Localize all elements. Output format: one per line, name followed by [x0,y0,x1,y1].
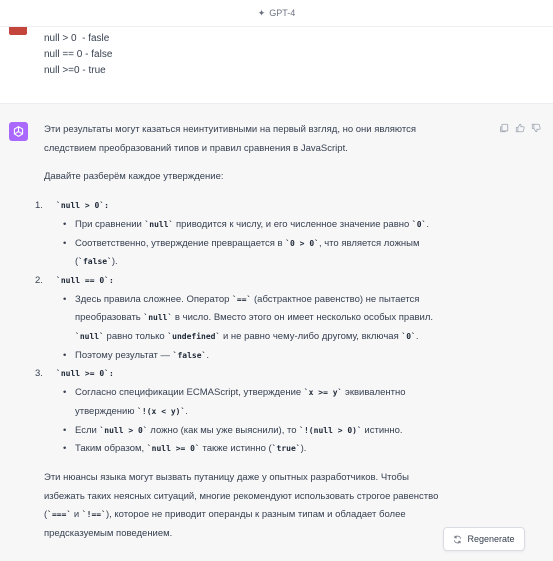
text: Поэтому результат — [75,349,173,361]
text: ложно (как мы уже выяснили), то [147,424,300,436]
inline-code: `null >= 0` [146,444,200,454]
user-line: null > 0 - fasle [44,33,110,44]
sub-list: Здесь правила сложнее. Оператор `==` (аб… [44,291,444,366]
bullet-item: Согласно спецификации ECMAScript, утверж… [56,384,444,403]
bullet-item: Здесь правила сложнее. Оператор `==` (аб… [56,291,444,310]
intro-line: Эти результаты могут казаться неинтуитив… [44,124,416,135]
outro-line: избежать таких неясных ситуаций, многие … [44,490,439,502]
bullet-continuation: утверждению `!(x < y)`. [56,403,444,422]
assistant-message-content: Эти результаты могут казаться неинтуитив… [35,121,444,544]
text: Соответственно, утверждение превращается… [75,237,286,249]
text: также истинно ( [199,443,272,455]
inline-code: `null >= 0`: [56,369,114,379]
text: в число. Вместо этого он имеет несколько… [172,312,434,324]
text: . [415,331,419,343]
user-line: null == 0 - false [44,49,113,60]
text: и не равно чему-либо другому, включая [220,331,402,343]
text: . [426,218,430,230]
inline-code: `0 > 0` [285,238,319,248]
assistant-message: Эти результаты могут казаться неинтуитив… [0,103,553,561]
outro-line: предсказуемым поведением. [44,528,173,540]
text: Если [75,424,100,436]
text: Таким образом, [75,443,147,455]
text: ). [111,256,118,268]
inline-code: `null` [75,332,104,342]
sparkle-icon: ✦ [257,7,266,18]
regenerate-label: Regenerate [467,534,515,544]
inline-code: `null` [143,313,173,323]
sub-list: Согласно спецификации ECMAScript, утверж… [44,384,444,459]
text: утверждению [75,405,138,417]
text: . [206,349,210,361]
bullet-item: При сравнении `null` приводится к числу,… [56,216,444,235]
text: истинно. [361,424,403,436]
inline-code: `false` [78,257,112,267]
message-actions [498,122,541,133]
thumbs-up-icon[interactable] [514,122,525,133]
text: равно только [103,331,168,343]
bullet-item: Соответственно, утверждение превращается… [56,235,444,254]
text: приводится к числу, и его численное знач… [173,218,412,230]
model-label: GPT-4 [269,8,296,18]
bullet-continuation: преобразовать `null` в число. Вместо это… [56,309,444,328]
bullet-item: Таким образом, `null >= 0` также истинно… [56,440,444,459]
text: и [71,509,82,521]
copy-icon[interactable] [498,122,509,133]
inline-code: `undefined` [167,332,221,342]
text: Согласно спецификации ECMAScript, утверж… [75,387,304,399]
text: . [185,405,188,417]
regenerate-button[interactable]: Regenerate [443,527,525,551]
text: При сравнении [75,218,145,230]
user-avatar [9,27,27,35]
thumbs-down-icon[interactable] [530,122,541,133]
bullet-continuation: `null` равно только `undefined` и не рав… [56,328,444,347]
inline-code: `null > 0`: [56,201,109,211]
inline-code: `null` [144,219,174,229]
text: (абстрактное равенство) не пытается [251,293,420,305]
inline-code: `0` [401,332,416,342]
inline-code: `!(null > 0)` [299,425,362,435]
text: , что является ложным [318,237,420,249]
text: эквивалентно [342,387,406,399]
user-line: null >=0 - true [44,65,106,76]
inline-code: `x >= y` [303,388,343,398]
inline-code: `==` [232,294,252,304]
model-header: ✦ GPT-4 [0,0,553,27]
openai-logo-icon [9,122,28,141]
text: ), которое не приводит операнды к разным… [105,509,406,521]
bullet-item: Если `null > 0` ложно (как мы уже выясни… [56,422,444,441]
inline-code: `0` [411,219,427,229]
inline-code: `!==` [81,510,106,520]
user-message: null > 0 - fasle null == 0 - false null … [0,27,553,103]
inline-code: `null > 0` [99,425,148,435]
text: ). [300,443,307,455]
inline-code: `true` [271,444,301,454]
list-number: 2. [35,274,43,286]
refresh-icon [454,535,462,543]
text: Здесь правила сложнее. Оператор [75,293,233,305]
bullet-continuation: (`false`). [56,253,444,272]
sub-list: При сравнении `null` приводится к числу,… [44,216,444,272]
text: преобразовать [75,312,144,324]
inline-code: `===` [47,510,72,520]
list-item: 3. `null >= 0`: [35,365,444,384]
list-item: 2. `null == 0`: [35,272,444,291]
bullet-item: Поэтому результат — `false`. [56,347,444,366]
list-number: 3. [35,368,43,380]
inline-code: `!(x < y)` [137,406,186,416]
list-number: 1. [35,200,43,212]
list-item: 1. `null > 0`: [35,197,444,216]
user-message-text: null > 0 - fasle null == 0 - false null … [44,31,112,79]
outro-line: (`===` и `!==`), которое не приводит опе… [44,506,444,525]
outro-line: Эти нюансы языка могут вызвать путаницу … [44,471,409,483]
intro-line: следствием преобразований типов и правил… [44,142,348,154]
inline-code: `false` [172,350,207,360]
lead-line: Давайте разберём каждое утверждение: [44,171,224,183]
inline-code: `null == 0`: [56,275,114,285]
